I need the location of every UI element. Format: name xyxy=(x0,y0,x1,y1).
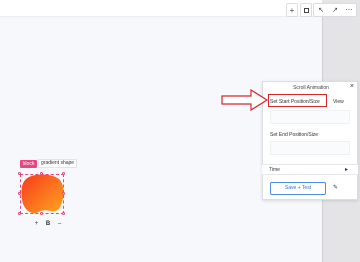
history-toolbar: ↖ ↗ ⋯ xyxy=(313,3,357,17)
plus-icon: + xyxy=(289,5,295,15)
element-controls: + B – xyxy=(31,219,65,229)
expand-arrow-icon: ▸ xyxy=(344,167,348,173)
resize-handle[interactable] xyxy=(62,212,65,215)
canvas-top-bar xyxy=(0,0,322,16)
time-row[interactable]: Time ▸ xyxy=(262,164,358,175)
undo-icon: ↖ xyxy=(318,7,324,14)
more-icon: ⋯ xyxy=(345,7,353,14)
callout-arrow-icon xyxy=(221,89,269,111)
resize-handle[interactable] xyxy=(40,212,43,215)
resize-handle[interactable] xyxy=(62,192,65,195)
selection-box xyxy=(20,174,64,214)
start-view-link[interactable]: View xyxy=(333,99,344,105)
resize-handle[interactable] xyxy=(18,172,21,175)
panel-title: Scroll Animation xyxy=(293,85,329,91)
plus-button[interactable]: + xyxy=(35,221,39,227)
layout-button[interactable] xyxy=(300,3,312,17)
start-preview-area xyxy=(270,110,350,124)
save-test-button[interactable]: Save + Test xyxy=(270,182,326,195)
set-end-position-button[interactable]: Set End Position/Size xyxy=(270,132,318,138)
pen-icon[interactable]: ✎ xyxy=(333,184,338,191)
layout-icon xyxy=(303,7,309,13)
resize-handle[interactable] xyxy=(62,172,65,175)
redo-icon: ↗ xyxy=(332,7,338,14)
resize-handle[interactable] xyxy=(40,172,43,175)
zoom-value: B xyxy=(45,221,51,227)
element-name-label: gradient shape xyxy=(38,159,78,168)
resize-handle[interactable] xyxy=(18,192,21,195)
end-preview-area xyxy=(270,141,350,155)
block-tag: block xyxy=(20,160,37,168)
redo-button[interactable]: ↗ xyxy=(328,4,342,16)
add-button[interactable]: + xyxy=(286,3,298,17)
undo-button[interactable]: ↖ xyxy=(314,4,328,16)
minus-button[interactable]: – xyxy=(58,221,61,227)
start-highlight-box xyxy=(268,94,327,107)
time-label: Time xyxy=(269,167,280,173)
close-button[interactable]: × xyxy=(350,83,354,90)
resize-handle[interactable] xyxy=(18,212,21,215)
more-button[interactable]: ⋯ xyxy=(342,4,356,16)
canvas-divider xyxy=(0,16,322,17)
